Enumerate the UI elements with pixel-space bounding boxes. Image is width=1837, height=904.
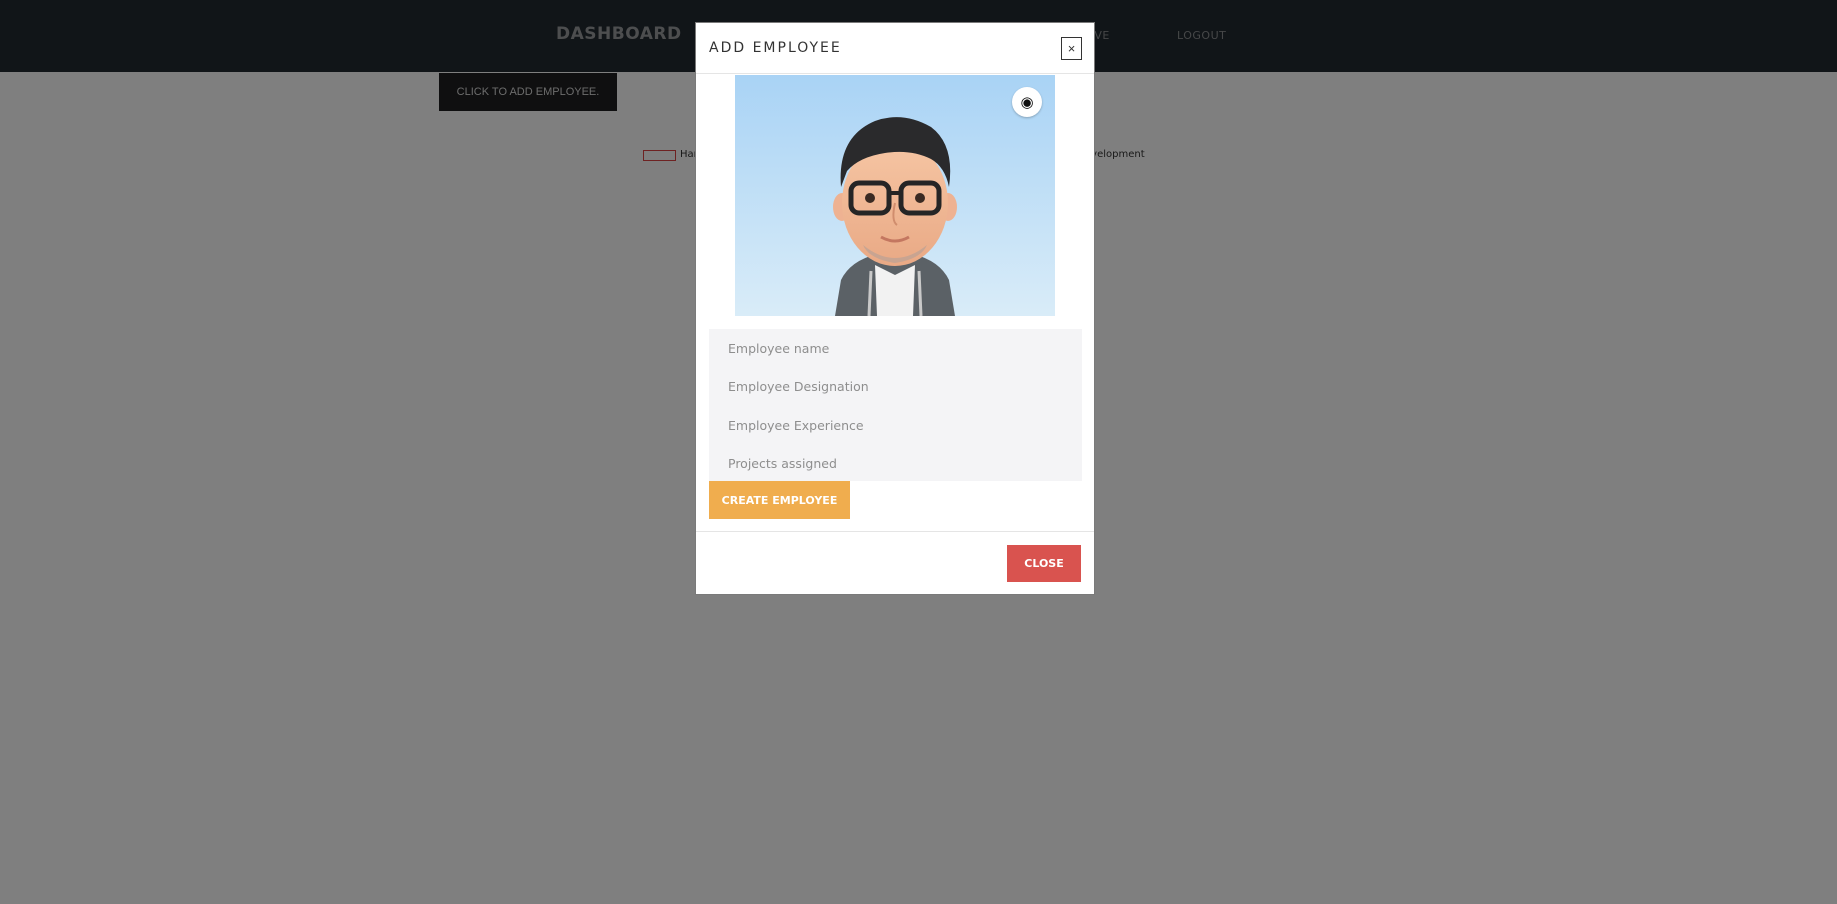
employee-form	[709, 329, 1082, 482]
modal-footer-divider	[696, 531, 1094, 532]
camera-icon[interactable]: ◉	[1012, 87, 1042, 117]
create-employee-button[interactable]: CREATE EMPLOYEE	[709, 481, 850, 519]
employee-name-field[interactable]	[709, 329, 1082, 367]
employee-designation-field[interactable]	[709, 367, 1082, 405]
modal-title: ADD EMPLOYEE	[709, 40, 842, 56]
add-employee-modal: ADD EMPLOYEE × ◉ Employee name Employee …	[695, 22, 1095, 595]
employee-photo: ◉	[735, 75, 1055, 316]
projects-assigned-field[interactable]	[709, 444, 1082, 482]
close-button[interactable]: CLOSE	[1007, 545, 1081, 582]
employee-experience-field[interactable]	[709, 406, 1082, 444]
modal-header: ADD EMPLOYEE ×	[696, 23, 1094, 74]
avatar-illustration	[833, 117, 957, 316]
close-x-button[interactable]: ×	[1061, 37, 1082, 60]
